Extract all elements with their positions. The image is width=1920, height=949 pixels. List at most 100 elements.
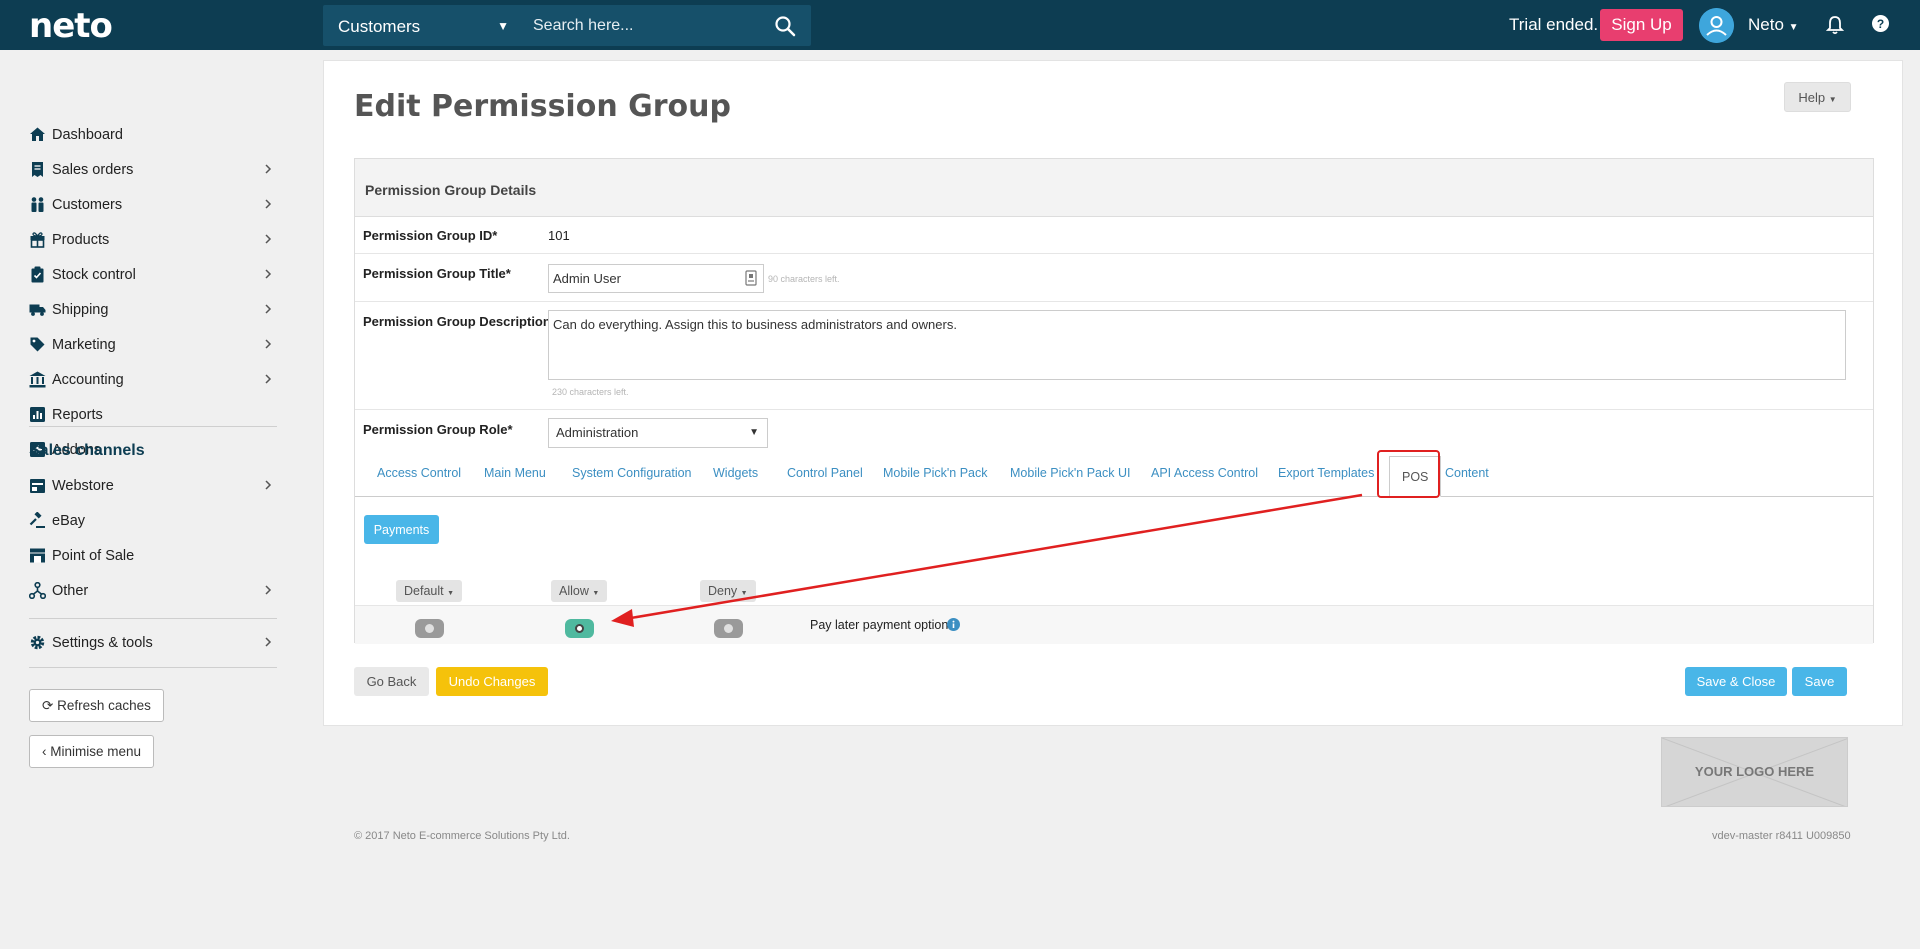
permission-label: Pay later payment option [810, 618, 949, 632]
sidebar-item-label: Stock control [52, 267, 136, 283]
description-chars-left: 230 characters left. [552, 387, 629, 397]
tab-content[interactable]: Content [1445, 466, 1489, 480]
details-header: Permission Group Details [355, 159, 1873, 217]
default-column-button[interactable]: Default ▼ [396, 580, 463, 602]
group-role-label: Permission Group Role* [363, 422, 513, 437]
search-icon[interactable] [773, 14, 797, 38]
permission-group-details: Permission Group Details Permission Grou… [354, 158, 1874, 644]
tab-widgets[interactable]: Widgets [713, 466, 758, 480]
sidebar-item-sales-orders[interactable]: Sales orders [29, 157, 274, 183]
tag-icon [30, 337, 45, 352]
info-icon[interactable] [947, 618, 960, 631]
sidebar-item-stock-control[interactable]: Stock control [29, 262, 274, 288]
sidebar-item-label: Customers [52, 197, 123, 213]
caret-down-icon: ▼ [749, 427, 759, 438]
sidebar-item-label: Products [52, 232, 110, 248]
sidebar-item-shipping[interactable]: Shipping [29, 297, 274, 323]
gift-icon [30, 232, 45, 248]
bank-icon [29, 371, 46, 388]
page-title: Edit Permission Group [354, 89, 731, 124]
sidebar-item-settings-tools[interactable]: Settings & tools [29, 630, 274, 656]
sidebar-item-dashboard[interactable]: Dashboard [29, 122, 274, 148]
sidebar-item-accounting[interactable]: Accounting [29, 367, 274, 393]
tab-access-control[interactable]: Access Control [377, 466, 461, 480]
sidebar-divider [29, 426, 277, 427]
tab-export-templates[interactable]: Export Templates [1278, 466, 1374, 480]
chart-icon [30, 407, 45, 422]
help-icon[interactable]: ? [1872, 15, 1889, 32]
payments-button[interactable]: Payments [364, 515, 439, 544]
gear-icon [30, 635, 45, 650]
chevron-right-icon [265, 339, 272, 349]
allow-radio[interactable] [565, 619, 594, 638]
deny-column-button[interactable]: Deny ▼ [700, 580, 756, 602]
row-group-description: Permission Group Description Can do ever… [355, 302, 1873, 410]
home-icon [30, 127, 45, 141]
sidebar-item-point-of-sale[interactable]: Point of Sale [29, 543, 274, 569]
sidebar-item-label: eBay [52, 513, 86, 529]
chevron-right-icon [265, 234, 272, 244]
search-input[interactable] [523, 5, 753, 46]
sidebar-item-label: Sales orders [52, 162, 134, 178]
clipboard-icon [31, 266, 44, 283]
row-group-title: Permission Group Title* 90 characters le… [355, 254, 1873, 302]
group-role-select[interactable]: Administration ▼ [548, 418, 768, 448]
tab-control-panel[interactable]: Control Panel [787, 466, 863, 480]
avatar-icon[interactable] [1699, 8, 1734, 43]
group-title-label: Permission Group Title* [363, 266, 511, 281]
sidebar-item-ebay[interactable]: eBay [29, 508, 274, 534]
chevron-right-icon [265, 304, 272, 314]
permission-row: Pay later payment option [355, 605, 1873, 644]
neto-logo[interactable]: neto [29, 6, 113, 46]
go-back-button[interactable]: Go Back [354, 667, 429, 696]
bell-icon[interactable] [1826, 15, 1844, 35]
sidebar-item-reports[interactable]: Reports [29, 402, 274, 428]
sidebar-item-label: Webstore [52, 478, 114, 494]
caret-down-icon: ▼ [497, 19, 509, 33]
chevron-left-icon: ‹ [42, 744, 47, 759]
tab-system-configuration[interactable]: System Configuration [572, 466, 692, 480]
tab-mobile-pick-n-pack-ui[interactable]: Mobile Pick'n Pack UI [1010, 466, 1130, 480]
deny-column-label: Deny [708, 584, 738, 598]
sidebar-item-products[interactable]: Products [29, 227, 274, 253]
refresh-caches-button[interactable]: ⟳ Refresh caches [29, 689, 164, 722]
group-description-textarea[interactable]: Can do everything. Assign this to busine… [548, 310, 1846, 380]
title-chars-left: 90 characters left. [768, 274, 840, 284]
undo-changes-button[interactable]: Undo Changes [436, 667, 548, 696]
annotation-highlight-box [1377, 450, 1440, 498]
sales-channels-title: Sales channels [29, 442, 145, 459]
minimise-menu-button[interactable]: ‹ Minimise menu [29, 735, 155, 768]
caret-down-icon: ▼ [1788, 22, 1799, 33]
group-id-value: 101 [548, 228, 570, 243]
sidebar-item-label: Reports [52, 407, 103, 423]
default-radio[interactable] [415, 619, 444, 638]
sidebar-divider [29, 618, 277, 619]
minimise-menu-label: Minimise menu [50, 744, 142, 759]
save-close-button[interactable]: Save & Close [1685, 667, 1787, 696]
help-button[interactable]: Help ▼ [1784, 82, 1851, 112]
group-title-input[interactable] [548, 264, 764, 293]
user-menu[interactable]: Neto ▼ [1748, 15, 1799, 35]
save-button[interactable]: Save [1792, 667, 1847, 696]
sidebar-item-webstore[interactable]: Webstore [29, 473, 274, 499]
truck-icon [29, 304, 46, 316]
user-name: Neto [1748, 15, 1784, 34]
tab-api-access-control[interactable]: API Access Control [1151, 466, 1258, 480]
version-text: vdev-master r8411 U009850 [1712, 830, 1851, 842]
sidebar-item-other[interactable]: Other [29, 578, 274, 604]
allow-column-button[interactable]: Allow ▼ [551, 580, 608, 602]
sidebar-item-customers[interactable]: Customers [29, 192, 274, 218]
sign-up-button[interactable]: Sign Up [1600, 9, 1683, 41]
contact-card-icon [745, 270, 757, 286]
search-scope-dropdown[interactable]: Customers ▼ [323, 5, 523, 46]
group-role-value: Administration [556, 425, 639, 440]
search-scope-label: Customers [338, 17, 421, 36]
tab-main-menu[interactable]: Main Menu [484, 466, 546, 480]
svg-text:?: ? [1877, 17, 1884, 31]
chevron-right-icon [265, 199, 272, 209]
deny-radio[interactable] [714, 619, 743, 638]
tab-mobile-pick-n-pack[interactable]: Mobile Pick'n Pack [883, 466, 988, 480]
sidebar-item-marketing[interactable]: Marketing [29, 332, 274, 358]
radio-dot [575, 624, 584, 633]
people-icon [31, 197, 44, 212]
